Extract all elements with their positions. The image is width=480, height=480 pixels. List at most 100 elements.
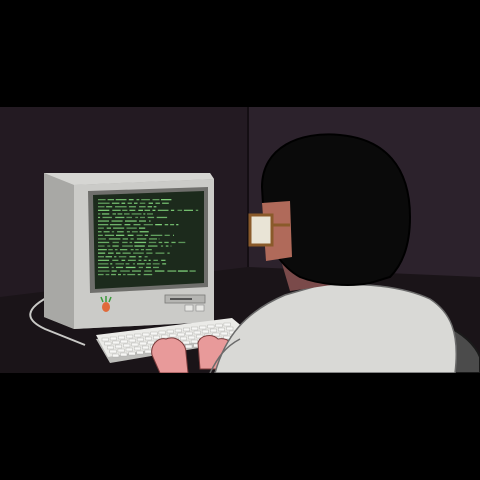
terminal-line-segment [170, 209, 175, 211]
terminal-line-segment [148, 241, 157, 244]
terminal-line-segment [160, 245, 164, 247]
terminal-line-segment [111, 202, 120, 204]
terminal-line-segment [111, 231, 115, 233]
keyboard-key [150, 331, 158, 336]
terminal-line-segment [98, 209, 110, 211]
keyboard-key [190, 339, 198, 344]
terminal-line-segment [139, 206, 146, 208]
terminal-line-segment [170, 245, 172, 247]
terminal-line-segment [141, 199, 150, 201]
terminal-line-segment [118, 273, 121, 276]
terminal-line-segment [158, 241, 163, 244]
terminal-line-segment [133, 252, 144, 254]
keyboard-key [109, 336, 117, 341]
terminal-line-segment [115, 216, 125, 219]
terminal-line-segment [113, 227, 125, 229]
terminal-line-segment [126, 231, 130, 233]
terminal-line-segment [161, 199, 172, 201]
keyboard-key [128, 351, 136, 356]
terminal-line-segment [115, 206, 127, 208]
terminal-line-segment [176, 224, 179, 226]
terminal-line-segment [164, 224, 169, 226]
terminal-line-segment [125, 220, 137, 222]
keyboard-key [182, 340, 190, 345]
terminal-line-segment [98, 206, 105, 208]
terminal-line-segment [107, 245, 111, 247]
terminal-line-segment [98, 256, 104, 258]
terminal-line-segment [98, 270, 110, 272]
terminal-line-segment [111, 270, 117, 272]
terminal-line-segment [135, 249, 139, 251]
terminal-line-segment [146, 263, 151, 265]
terminal-line-segment [153, 206, 157, 208]
terminal-line-segment [155, 224, 162, 226]
terminal-line-segment [155, 202, 160, 204]
terminal-line-segment [153, 259, 158, 261]
terminal-line-segment [144, 270, 152, 272]
terminal-line-segment [167, 252, 170, 254]
terminal-line-segment [125, 263, 130, 265]
keyboard-key [131, 342, 139, 347]
keyboard-key [147, 340, 155, 345]
terminal-line-segment [124, 213, 130, 215]
keyboard-key [174, 328, 182, 333]
terminal-line-segment [112, 259, 119, 261]
terminal-line-segment [135, 216, 139, 219]
keyboard-key [209, 328, 217, 333]
terminal-line-segment [106, 206, 113, 208]
keyboard-key [161, 334, 169, 339]
terminal-line-segment [133, 224, 141, 226]
keyboard-key [180, 336, 188, 341]
terminal-line-segment [126, 227, 137, 229]
terminal-line-segment [98, 241, 110, 244]
keyboard-key [118, 335, 126, 340]
terminal-line-segment [128, 199, 134, 201]
terminal-line-segment [112, 245, 119, 247]
terminal-line-segment [162, 263, 167, 265]
video-frame [0, 0, 480, 480]
terminal-line-segment [148, 259, 151, 261]
terminal-line-segment [153, 266, 159, 269]
terminal-line-segment [103, 231, 110, 233]
terminal-line-segment [107, 199, 114, 201]
keyboard-key [123, 343, 131, 348]
terminal-line-segment [105, 273, 110, 276]
terminal-line-segment [98, 249, 107, 251]
terminal-line-segment [154, 270, 165, 272]
keyboard-key [128, 338, 136, 343]
keyboard-key [109, 349, 117, 354]
terminal-line-segment [173, 234, 174, 236]
terminal-line-segment [116, 266, 124, 269]
keyboard-key [183, 327, 191, 332]
terminal-line-segment [98, 227, 104, 229]
terminal-line-segment [118, 256, 127, 258]
terminal-line-segment [98, 252, 106, 254]
terminal-line-segment [177, 209, 183, 211]
terminal-line-segment [108, 238, 121, 240]
terminal-line-segment [150, 234, 163, 236]
terminal-line-segment [156, 216, 168, 219]
terminal-line-segment [165, 245, 169, 247]
keyboard-key [218, 327, 226, 332]
terminal-line-segment [108, 252, 114, 254]
terminal-line-segment [112, 213, 116, 215]
terminal-line-segment [114, 256, 117, 258]
terminal-line-segment [130, 238, 134, 240]
terminal-line-segment [139, 231, 149, 233]
terminal-line-segment [134, 245, 145, 247]
terminal-line-segment [167, 270, 177, 272]
terminal-line-segment [127, 234, 134, 236]
terminal-line-segment [129, 241, 133, 244]
terminal-line-segment [131, 231, 138, 233]
terminal-line-segment [111, 266, 114, 269]
terminal-line-segment [132, 263, 135, 265]
terminal-line-segment [171, 241, 176, 244]
terminal-line-segment [98, 213, 101, 215]
terminal-line-segment [114, 249, 118, 251]
terminal-line-segment [139, 220, 146, 222]
keyboard-key [144, 349, 152, 354]
keyboard-key [136, 350, 144, 355]
terminal-line-segment [138, 256, 142, 258]
terminal-line-segment [127, 202, 132, 204]
keyboard-key [177, 332, 185, 337]
